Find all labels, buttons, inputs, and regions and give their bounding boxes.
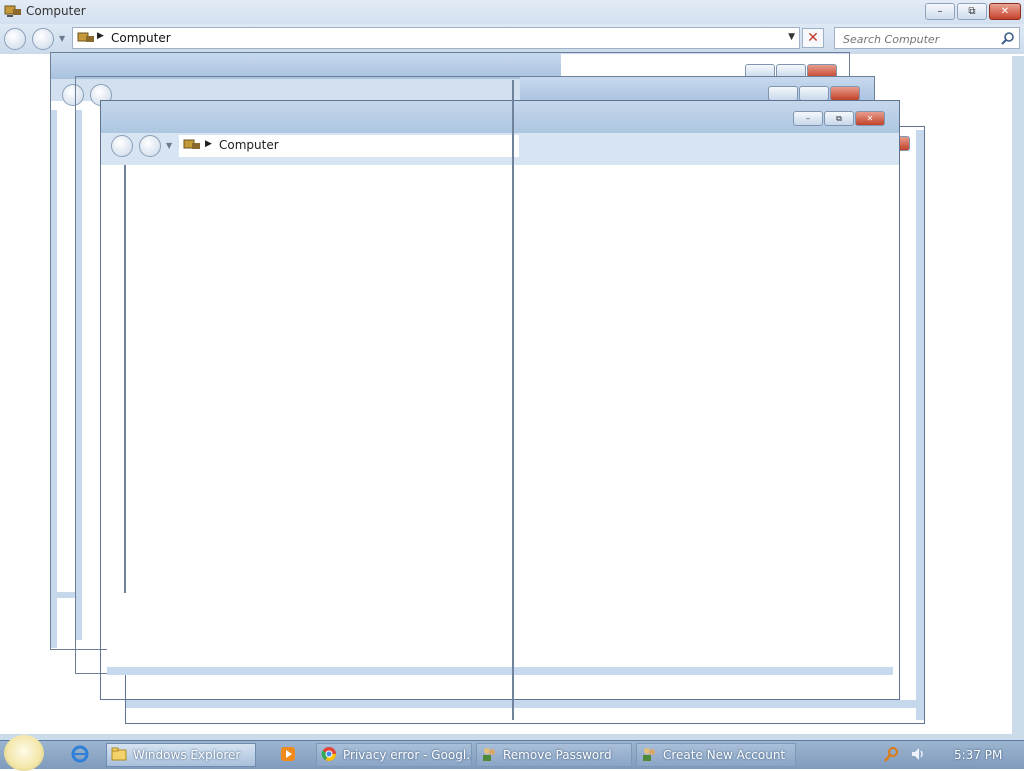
volume-icon[interactable] <box>910 746 926 765</box>
main-window-right-border <box>1012 56 1024 736</box>
maximize-button[interactable]: ⧉ <box>824 111 854 126</box>
minimize-icon: – <box>937 6 943 17</box>
ghost-window-buttons <box>768 86 860 101</box>
taskbar-item-label: Create New Account <box>663 748 786 762</box>
address-dropdown-icon[interactable]: ▼ <box>788 32 795 42</box>
breadcrumb-computer[interactable]: Computer <box>111 31 171 45</box>
stop-icon[interactable]: ✕ <box>802 28 824 48</box>
minimize-icon: – <box>806 114 810 123</box>
ghost-window-border <box>51 110 57 648</box>
start-button[interactable] <box>4 735 44 771</box>
taskbar-item-label: Privacy error - Googl... <box>343 748 472 762</box>
forward-button[interactable] <box>32 28 54 50</box>
ghost-window-border <box>76 110 82 640</box>
restore-icon <box>799 86 829 101</box>
front-window-content <box>107 165 893 671</box>
search-icon[interactable] <box>884 746 900 765</box>
ghost-window-border <box>916 130 924 720</box>
forward-button[interactable] <box>139 135 161 157</box>
front-window-bottom-border <box>107 667 893 675</box>
folder-icon <box>111 747 127 764</box>
close-icon <box>830 86 860 101</box>
user-accounts-icon <box>641 746 657 765</box>
computer-icon <box>77 31 95 48</box>
close-icon: ✕ <box>866 114 874 123</box>
address-bar[interactable]: ▶ Computer <box>179 135 519 157</box>
ghost-window-edge <box>124 165 126 593</box>
taskbar-item-windows-explorer[interactable]: Windows Explorer <box>106 743 256 767</box>
front-window[interactable]: – ⧉ ✕ ▼ ▶ Computer <box>100 100 900 700</box>
restore-icon: ⧉ <box>968 6 976 17</box>
taskbar-item-remove-password[interactable]: Remove Password <box>476 743 632 767</box>
close-button[interactable]: ✕ <box>989 3 1021 20</box>
back-button[interactable] <box>4 28 26 50</box>
ghost-window-border <box>51 592 76 598</box>
recent-pages-chevron-icon[interactable]: ▼ <box>166 141 172 150</box>
taskbar-item-create-new-account[interactable]: Create New Account <box>636 743 796 767</box>
taskbar-item-chrome[interactable]: Privacy error - Googl... <box>316 743 472 767</box>
minimize-button[interactable]: – <box>925 3 955 20</box>
window-title: Computer <box>26 4 86 18</box>
system-tray: 5:37 PM <box>884 743 1002 767</box>
taskbar-item-media-player[interactable] <box>276 743 306 767</box>
ghost-window-border <box>126 700 924 708</box>
restore-button[interactable]: ⧉ <box>957 3 987 20</box>
address-bar[interactable]: ▶ Computer ▼ <box>72 27 800 49</box>
breadcrumb-arrow-icon[interactable]: ▶ <box>97 31 104 41</box>
breadcrumb-arrow-icon[interactable]: ▶ <box>205 139 212 149</box>
close-button[interactable]: ✕ <box>855 111 885 126</box>
recent-pages-chevron-icon[interactable]: ▼ <box>59 34 65 43</box>
search-box[interactable] <box>834 27 1020 49</box>
minimize-icon <box>768 86 798 101</box>
chrome-icon <box>321 746 337 765</box>
computer-icon <box>183 138 201 155</box>
main-window-titlebar[interactable]: Computer – ⧉ ✕ <box>0 0 1024 24</box>
breadcrumb-computer[interactable]: Computer <box>219 138 279 152</box>
front-window-titlebar[interactable]: – ⧉ ✕ <box>101 101 899 133</box>
computer-icon <box>4 4 22 21</box>
front-window-navbar: ▼ ▶ Computer <box>101 133 899 165</box>
clock[interactable]: 5:37 PM <box>954 748 1002 762</box>
search-icon[interactable] <box>1001 31 1015 48</box>
search-input[interactable] <box>841 29 995 49</box>
ghost-window-edge <box>512 80 514 720</box>
media-player-icon <box>280 746 296 765</box>
minimize-button[interactable]: – <box>793 111 823 126</box>
user-accounts-icon <box>481 746 497 765</box>
close-icon: ✕ <box>1000 6 1010 17</box>
maximize-icon: ⧉ <box>836 113 842 123</box>
taskbar-item-label: Windows Explorer <box>133 748 241 762</box>
taskbar-item-label: Remove Password <box>503 748 612 762</box>
internet-explorer-icon[interactable] <box>70 744 90 767</box>
back-button[interactable] <box>111 135 133 157</box>
taskbar: Windows Explorer Privacy error - Googl..… <box>0 735 1024 771</box>
